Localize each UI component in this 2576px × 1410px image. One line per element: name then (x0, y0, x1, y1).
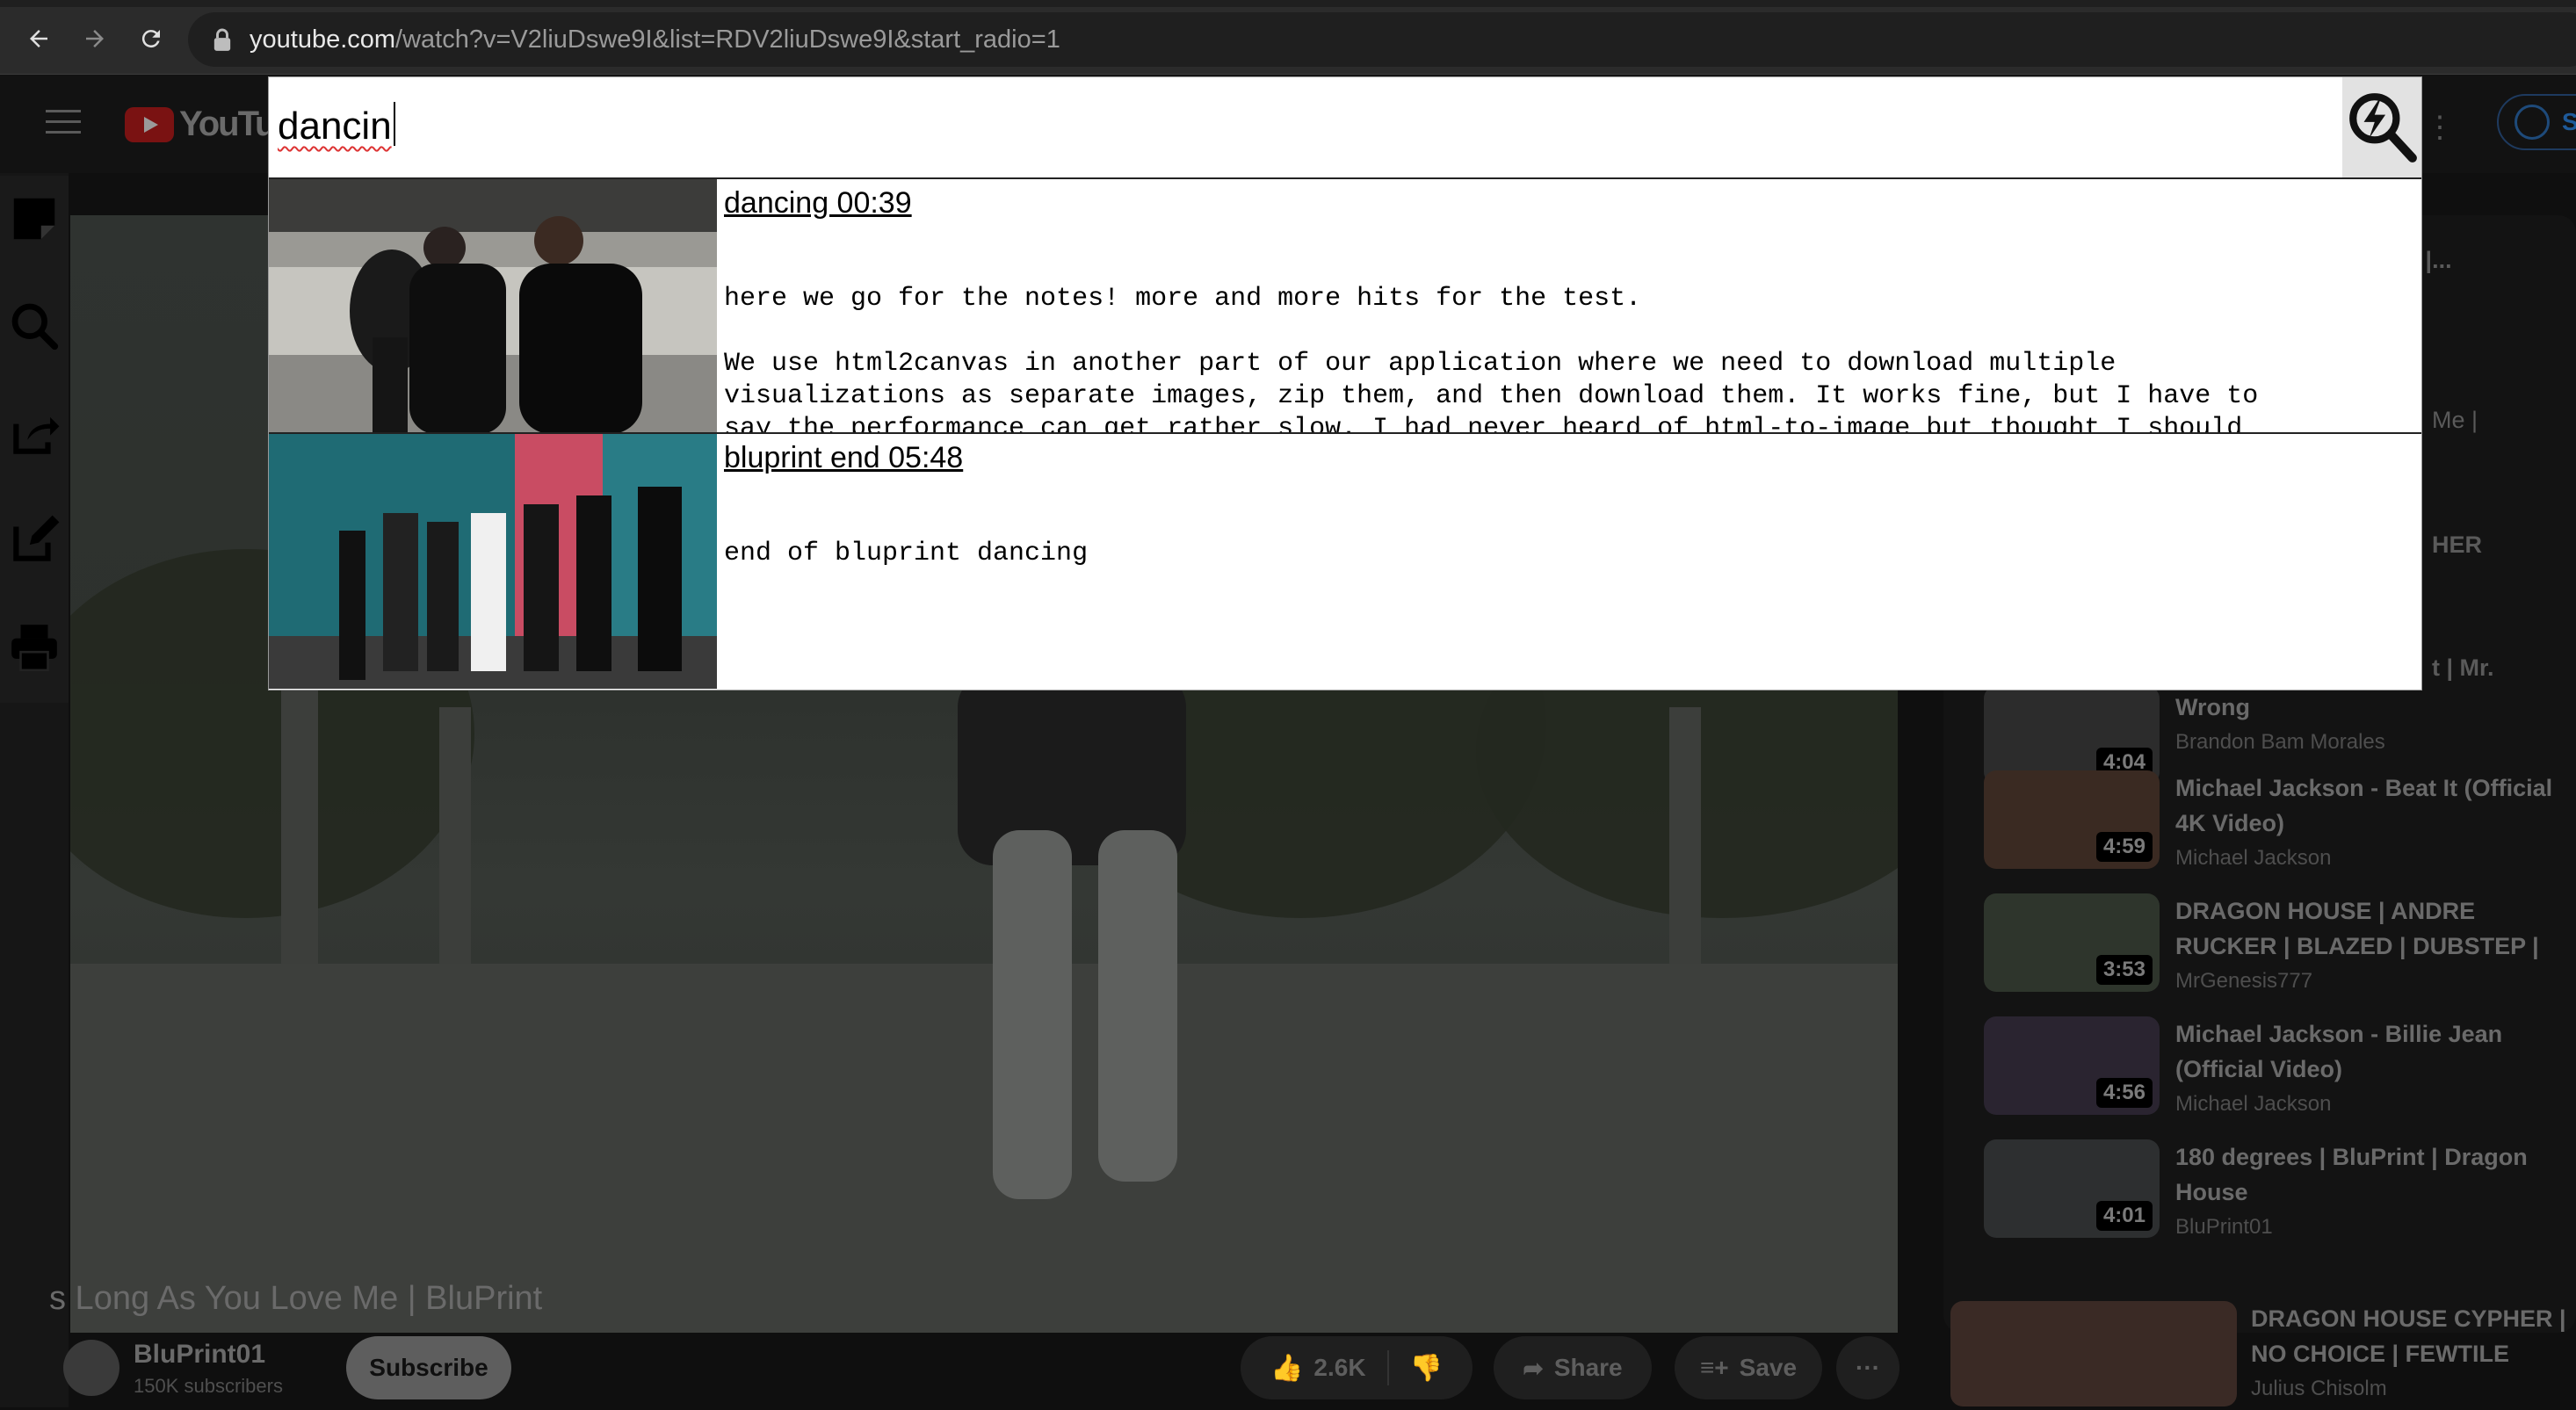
extension-sidebar (0, 176, 69, 703)
result-thumbnail[interactable] (269, 434, 717, 689)
rec-channel: Michael Jackson (2175, 1092, 2332, 1116)
rec-title: Michael Jackson - Billie Jean (Official … (2175, 1021, 2503, 1082)
rec-title: DRAGON HOUSE | ANDRE RUCKER | BLAZED | D… (2175, 898, 2539, 959)
save-label: Save (1739, 1354, 1798, 1381)
recommendation-item[interactable]: DRAGON HOUSE CYPHER | NO CHOICE | FEWTIL… (1950, 1301, 2576, 1410)
divider (1386, 1350, 1389, 1385)
recommendation-item[interactable]: 4:56 Michael Jackson - Billie Jean (Offi… (1984, 1016, 2576, 1125)
rec-title: Michael Jackson - Beat It (Official 4K V… (2175, 775, 2553, 836)
print-icon[interactable] (7, 620, 62, 675)
share-button[interactable]: ➦ Share (1494, 1336, 1652, 1399)
rec-duration: 3:53 (2095, 955, 2153, 985)
search-query: dancin (278, 105, 392, 148)
browser-toolbar: youtube.com/watch?v=V2liuDswe9I&list=RDV… (0, 0, 2576, 75)
recommendation-item[interactable]: 3:53 DRAGON HOUSE | ANDRE RUCKER | BLAZE… (1984, 893, 2576, 1002)
video-title: s Long As You Love Me | BluPrint (49, 1280, 543, 1317)
lock-icon (213, 28, 231, 51)
dislike-button-icon[interactable]: 👎 (1410, 1353, 1443, 1384)
rec-partial-title: t | Mr. (2432, 654, 2494, 681)
rec-title: Wrong (2175, 694, 2250, 720)
arrow-left-icon (30, 30, 47, 47)
forward-button[interactable] (76, 19, 114, 58)
tab-strip (0, 0, 2576, 7)
reload-icon (141, 30, 160, 48)
search-icon[interactable] (7, 299, 62, 353)
save-button[interactable]: ≡+ Save (1675, 1336, 1822, 1399)
hamburger-menu-icon[interactable] (46, 110, 81, 136)
rec-thumbnail: 3:53 (1984, 893, 2160, 992)
search-result[interactable]: dancing 00:39 here we go for the notes! … (269, 179, 2421, 436)
like-count: 2.6K (1313, 1354, 1366, 1381)
more-options-icon[interactable]: ⋮ (2425, 110, 2455, 145)
rec-channel: Brandon Bam Morales (2175, 730, 2385, 754)
sign-in-label: Si (2562, 108, 2576, 135)
result-snippet: here we go for the notes! more and more … (724, 284, 2259, 436)
youtube-play-icon (125, 106, 174, 142)
playlist-add-icon: ≡+ (1699, 1354, 1729, 1381)
rec-partial-title: Me | (2432, 407, 2478, 433)
rec-thumbnail: 4:56 (1984, 1016, 2160, 1115)
rec-thumbnail (1950, 1301, 2237, 1406)
result-title-link[interactable]: dancing 00:39 (724, 186, 912, 221)
recommendation-item[interactable]: 4:59 Michael Jackson - Beat It (Official… (1984, 770, 2576, 879)
account-icon (2514, 105, 2550, 140)
share-icon[interactable] (7, 406, 62, 460)
search-overlay: dancin dancing 00:39 here we go for the … (269, 77, 2421, 690)
text-caret (393, 102, 395, 146)
rec-channel: Michael Jackson (2175, 846, 2332, 870)
rec-thumbnail: 4:59 (1984, 770, 2160, 869)
sign-in-button[interactable]: Si (2497, 94, 2576, 150)
like-dislike-group: 👍 2.6K 👎 (1241, 1336, 1473, 1399)
subscribe-button[interactable]: Subscribe (346, 1336, 511, 1399)
result-thumbnail-image (269, 179, 717, 432)
rec-channel: MrGenesis777 (2175, 969, 2313, 993)
address-bar[interactable]: youtube.com/watch?v=V2liuDswe9I&list=RDV… (188, 12, 2576, 67)
rec-thumbnail: 4:01 (1984, 1139, 2160, 1238)
rec-channel: Julius Chisolm (2251, 1377, 2387, 1400)
channel-subscribers: 150K subscribers (134, 1375, 283, 1397)
note-icon[interactable] (7, 192, 62, 246)
rec-channel: BluPrint01 (2175, 1215, 2273, 1239)
search-input[interactable]: dancin (278, 100, 395, 153)
share-arrow-icon: ➦ (1523, 1354, 1544, 1382)
video-scene-dancer-leg (993, 830, 1072, 1199)
rec-title: DRAGON HOUSE CYPHER | NO CHOICE | FEWTIL… (2251, 1305, 2566, 1367)
url-path: /watch?v=V2liuDswe9I&list=RDV2liuDswe9I&… (395, 25, 1060, 54)
video-scene-dancer-leg (1098, 830, 1177, 1182)
result-title-link[interactable]: bluprint end 05:48 (724, 441, 963, 475)
arrow-right-icon (86, 30, 104, 47)
video-scene-pillar (281, 690, 318, 971)
reload-button[interactable] (132, 19, 170, 58)
share-label: Share (1553, 1354, 1623, 1381)
result-thumbnail[interactable] (269, 179, 717, 432)
url-host: youtube.com (250, 25, 396, 54)
result-snippet: end of bluprint dancing (724, 539, 1089, 568)
more-actions-button[interactable]: ··· (1836, 1336, 1899, 1399)
thumbs-up-icon: 👍 (1270, 1353, 1304, 1383)
recommendation-item[interactable]: 4:01 180 degrees | BluPrint | Dragon Hou… (1984, 1139, 2576, 1248)
search-submit-button[interactable] (2342, 77, 2421, 177)
channel-avatar[interactable] (63, 1340, 119, 1396)
rec-partial-title: HER (2432, 531, 2483, 558)
rec-duration: 4:59 (2095, 832, 2153, 862)
rec-duration: 4:01 (2095, 1201, 2153, 1231)
video-scene-ground (70, 964, 1898, 1333)
search-result[interactable]: bluprint end 05:48 end of bluprint danci… (269, 434, 2421, 690)
channel-name[interactable]: BluPrint01 (134, 1340, 265, 1370)
search-row: dancin (269, 77, 2421, 179)
rec-duration: 4:56 (2095, 1078, 2153, 1108)
like-button[interactable]: 👍 2.6K (1270, 1353, 1366, 1384)
edit-icon[interactable] (7, 513, 62, 568)
lightning-search-icon (2349, 93, 2417, 163)
video-scene-pillar (1669, 707, 1701, 971)
result-thumbnail-image (269, 434, 717, 689)
back-button[interactable] (19, 19, 58, 58)
video-scene-pillar (439, 707, 471, 971)
rec-title: 180 degrees | BluPrint | Dragon House (2175, 1144, 2528, 1205)
